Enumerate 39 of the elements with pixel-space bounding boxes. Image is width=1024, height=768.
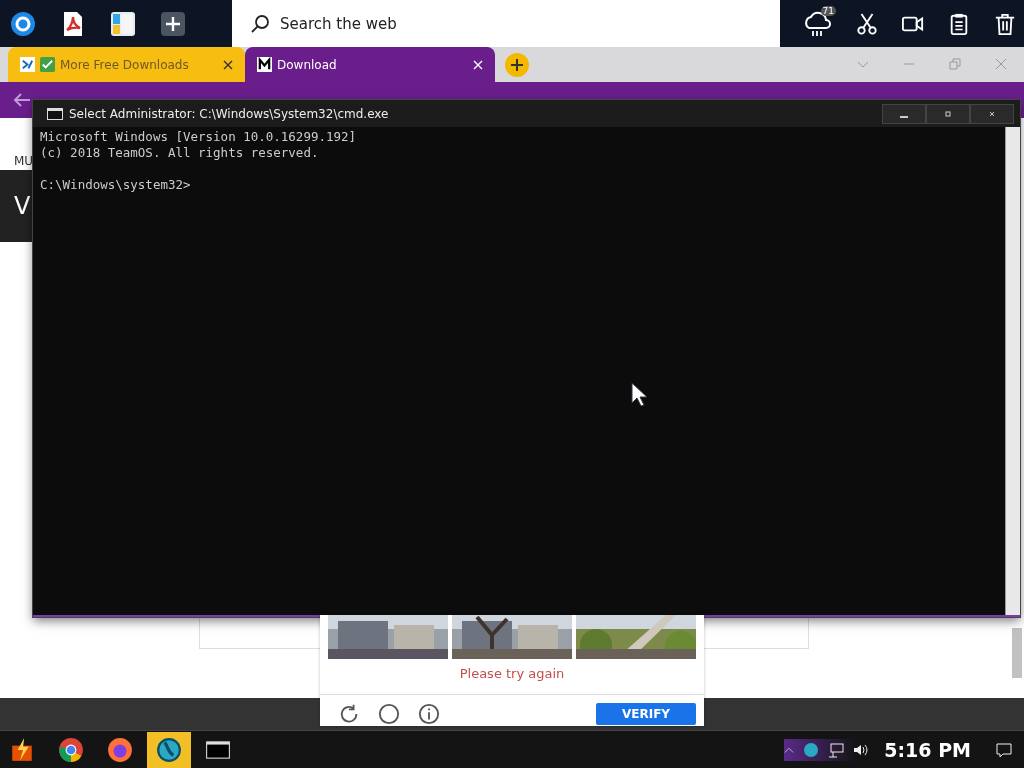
console-text: Microsoft Windows [Version 10.0.16299.192]: [40, 129, 358, 145]
browser-tab[interactable]: Download: [245, 47, 495, 82]
console-icon: [47, 107, 63, 120]
notification-icon[interactable]: [996, 741, 1012, 758]
search-field[interactable]: Search the web: [232, 0, 780, 47]
scissors-icon[interactable]: [856, 12, 878, 35]
error-message: Please try again: [459, 665, 565, 683]
firefox-icon: [107, 736, 133, 763]
app-icon[interactable]: [10, 10, 36, 37]
taskbar-app[interactable]: [147, 731, 191, 768]
mouse-cursor-icon: [631, 382, 647, 406]
checkmark-icon: [40, 57, 55, 72]
page-banner: V: [0, 170, 34, 242]
search-icon: [250, 14, 270, 34]
lightning-icon: [9, 736, 35, 763]
window-title: Select Administrator: C:\Windows\System32\cmd.exe: [69, 106, 389, 121]
tiles-icon[interactable]: [110, 10, 136, 37]
chevron-up-icon[interactable]: [784, 745, 795, 754]
new-tab-icon[interactable]: [505, 53, 529, 77]
trash-icon[interactable]: [994, 12, 1016, 35]
scrollbar[interactable]: [1012, 628, 1022, 678]
clipboard-icon[interactable]: [948, 12, 970, 35]
globe-icon[interactable]: [803, 741, 820, 758]
letter-logo-icon: [257, 57, 272, 72]
chrome-icon: [58, 736, 84, 763]
maximize-button[interactable]: [926, 103, 970, 124]
network-icon[interactable]: [828, 741, 845, 758]
site-icon: [20, 57, 35, 72]
browser-tab[interactable]: More Free Downloads: [8, 47, 245, 82]
scrollbar[interactable]: [1005, 127, 1020, 615]
maximize-icon: [943, 108, 953, 119]
add-icon[interactable]: [160, 10, 186, 37]
console-prompt: C:\Windows\system32>: [40, 177, 192, 193]
info-icon[interactable]: [418, 702, 440, 725]
globe-icon: [156, 736, 182, 763]
refresh-icon[interactable]: [338, 702, 360, 725]
close-icon[interactable]: [223, 59, 233, 70]
console-text: (c) 2018 TeamOS. All rights reserved.: [40, 145, 320, 161]
verify-button[interactable]: VERIFY: [596, 702, 696, 725]
